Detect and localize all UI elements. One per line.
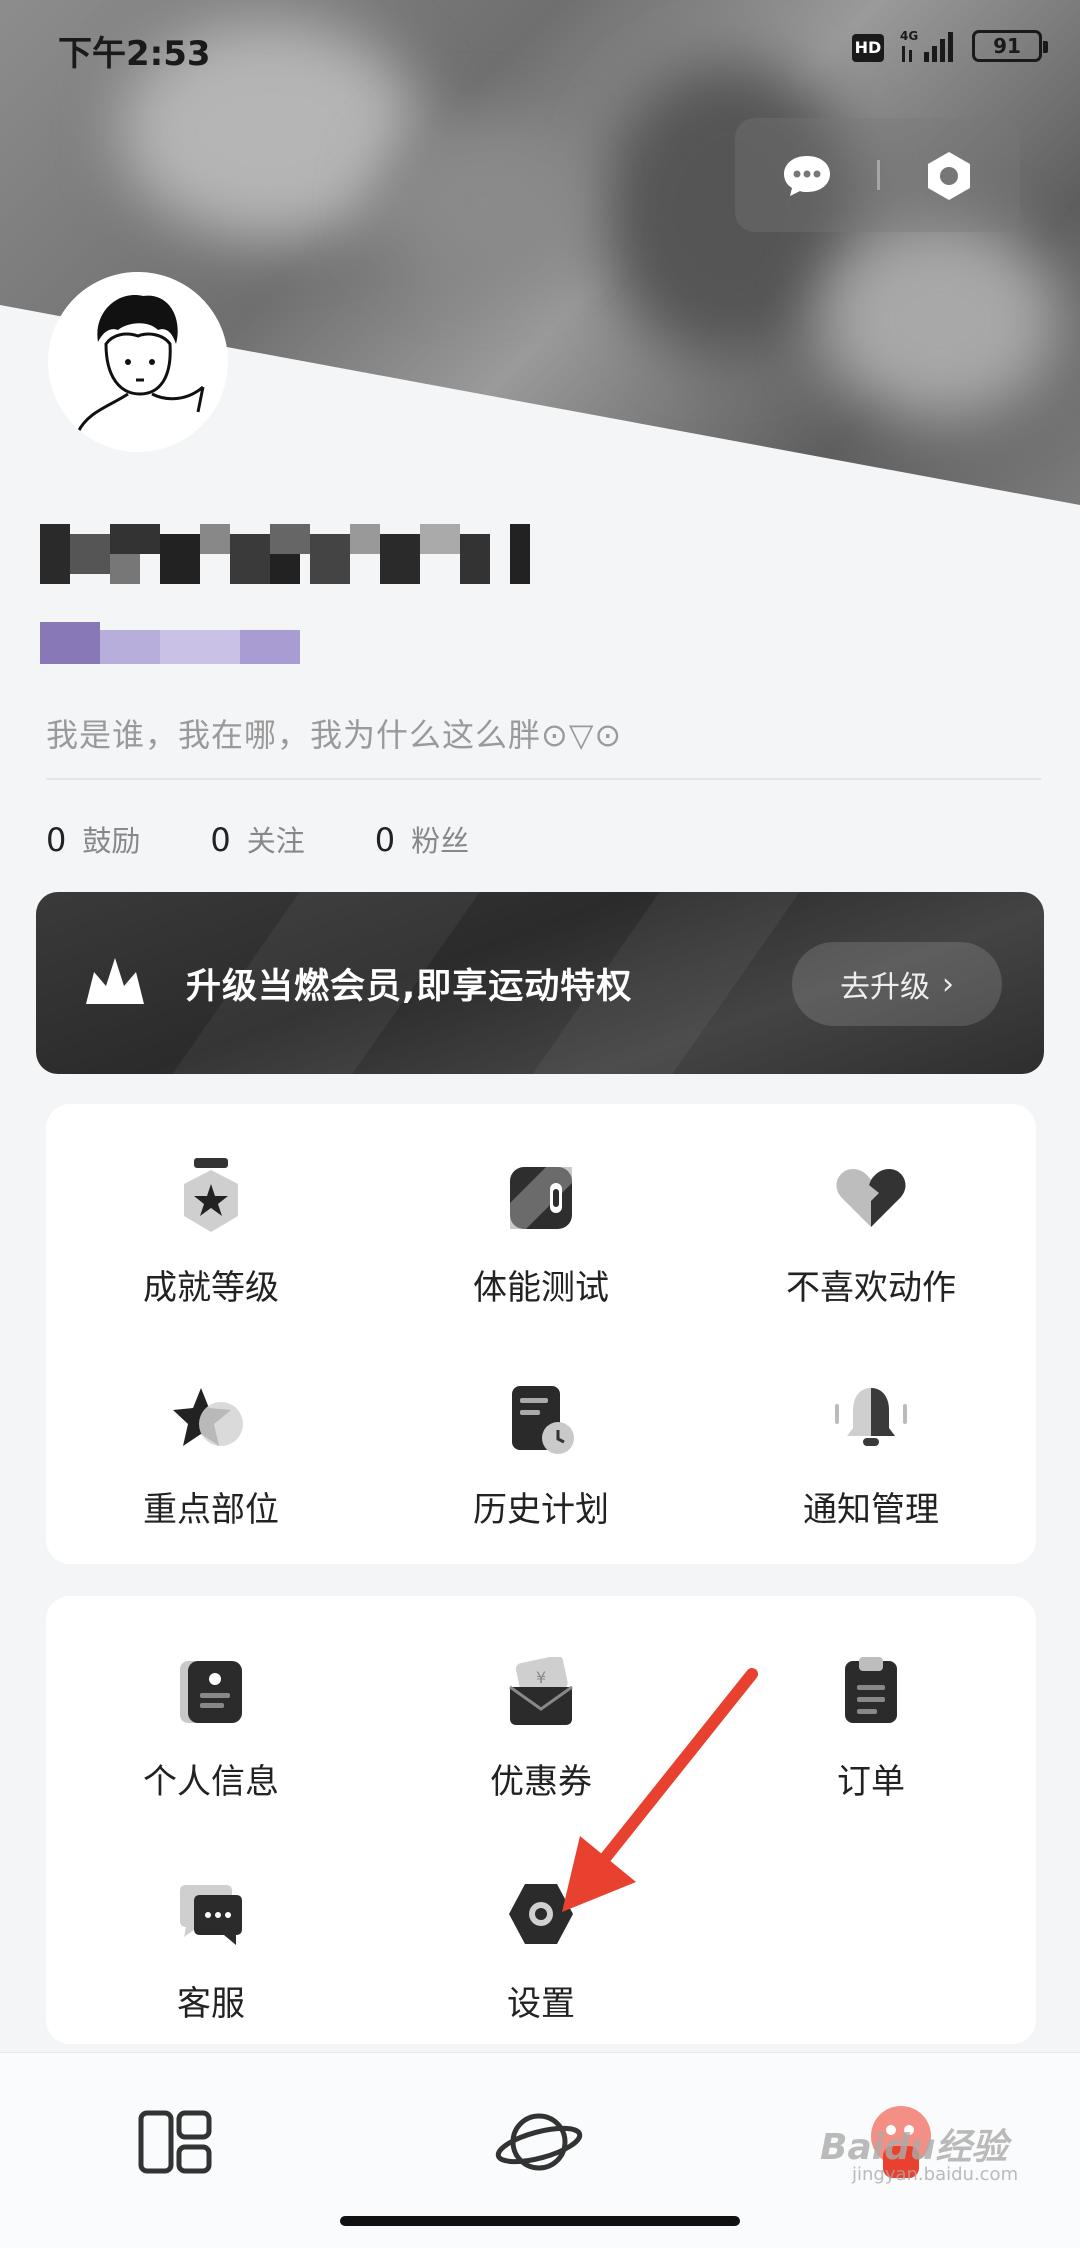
vip-banner-text: 升级当燃会员,即享运动特权 (186, 967, 633, 1007)
menu-card-features: 成就等级 体能测试 不喜欢动作 重点部位 历史计划 通知管理 (46, 1104, 1036, 1564)
order-icon (829, 1650, 913, 1734)
stat-followers-label: 粉丝 (411, 824, 470, 858)
layout-icon[interactable] (130, 2097, 220, 2187)
bell-icon (829, 1378, 913, 1462)
history-plan-icon (499, 1378, 583, 1462)
stat-following[interactable]: 0 关注 (210, 818, 304, 860)
header-actions (735, 118, 1020, 232)
battery-indicator: 91 (972, 30, 1048, 62)
stat-encourage-label: 鼓励 (82, 824, 141, 858)
menu-label: 成就等级 (143, 1268, 279, 1308)
medal-icon (169, 1156, 253, 1240)
stat-followers-count: 0 (374, 821, 396, 859)
svg-text:4G: 4G (900, 29, 918, 43)
avatar[interactable] (48, 272, 228, 452)
home-indicator[interactable] (340, 2216, 740, 2226)
crown-icon (86, 958, 144, 1004)
vip-upgrade-banner[interactable]: 升级当燃会员,即享运动特权 去升级 › (36, 892, 1044, 1074)
profile-bio: 我是谁，我在哪，我为什么这么胖⊙▽⊙ (46, 716, 623, 754)
menu-label: 体能测试 (473, 1268, 609, 1308)
chevron-right-icon: › (942, 966, 954, 1002)
upgrade-button[interactable]: 去升级 › (792, 942, 1002, 1026)
fitness-test-icon (499, 1156, 583, 1240)
hex-settings-icon[interactable] (919, 146, 979, 206)
red-annotation-arrow (562, 1668, 758, 1912)
menu-item-focus-areas[interactable]: 重点部位 (46, 1378, 376, 1531)
bio-divider (46, 778, 1041, 780)
menu-label: 通知管理 (803, 1490, 939, 1530)
menu-item-personal-info[interactable]: 个人信息 (46, 1650, 376, 1803)
nickname-redacted (40, 524, 560, 586)
star-icon (169, 1378, 253, 1462)
header-actions-divider (877, 160, 880, 190)
menu-label: 个人信息 (143, 1762, 279, 1802)
stat-following-count: 0 (210, 821, 231, 859)
menu-item-notification-settings[interactable]: 通知管理 (706, 1378, 1036, 1531)
upgrade-button-label: 去升级 (840, 970, 930, 1005)
menu-label: 不喜欢动作 (786, 1268, 956, 1308)
watermark-logo: Baidu经验 (820, 2127, 1008, 2168)
broken-heart-icon (829, 1156, 913, 1240)
profile-stats: 0 鼓励 0 关注 0 粉丝 (46, 818, 469, 860)
menu-label: 重点部位 (143, 1490, 279, 1530)
chat-bubble-icon[interactable] (777, 146, 837, 206)
hd-badge: HD (852, 34, 884, 62)
stat-encourage[interactable]: 0 鼓励 (46, 818, 140, 860)
menu-item-fitness-test[interactable]: 体能测试 (376, 1156, 706, 1309)
menu-label: 历史计划 (473, 1490, 609, 1530)
signal-icon: 4G (900, 29, 953, 62)
customer-service-icon (169, 1872, 253, 1956)
planet-icon[interactable] (494, 2097, 584, 2187)
status-bar: 下午2:53 HD 4G 91 (0, 0, 1080, 100)
stat-followers[interactable]: 0 粉丝 (375, 818, 469, 860)
watermark-url: jingyan.baidu.com (852, 2164, 1019, 2185)
status-time: 下午2:53 (58, 34, 211, 74)
menu-label: 客服 (177, 1984, 245, 2024)
menu-item-achievement-level[interactable]: 成就等级 (46, 1156, 376, 1309)
menu-label: 设置 (507, 1984, 575, 2024)
user-tag-redacted (40, 622, 300, 664)
stat-encourage-count: 0 (46, 821, 67, 859)
stat-following-label: 关注 (246, 824, 305, 858)
menu-item-disliked-moves[interactable]: 不喜欢动作 (706, 1156, 1036, 1309)
menu-item-customer-service[interactable]: 客服 (46, 1872, 376, 2025)
id-card-icon (169, 1650, 253, 1734)
menu-item-history-plans[interactable]: 历史计划 (376, 1378, 706, 1531)
